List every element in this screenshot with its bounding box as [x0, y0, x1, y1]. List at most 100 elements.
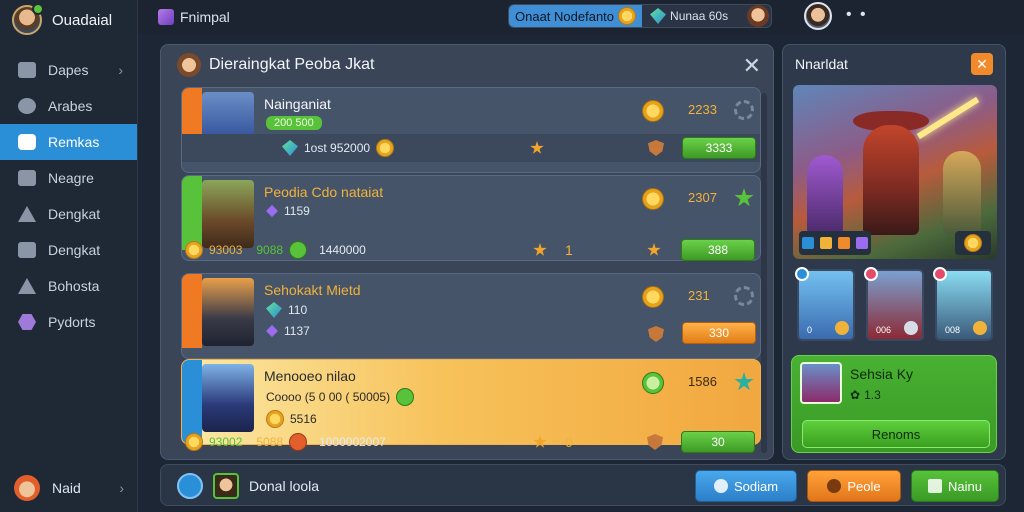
- summary-button[interactable]: 30: [681, 431, 755, 453]
- card-action-button[interactable]: 330: [682, 322, 756, 344]
- card-value: 1586: [688, 374, 717, 389]
- sidebar-user[interactable]: Naid ›: [0, 472, 138, 504]
- friend-avatar[interactable]: [747, 5, 769, 27]
- card-icon: [18, 242, 36, 258]
- shield-icon: [647, 434, 663, 450]
- card-row-text: 1ost 952000: [282, 139, 395, 157]
- sidebar-item-label: Remkas: [48, 134, 100, 150]
- summary-button[interactable]: 388: [681, 239, 755, 261]
- star-icon[interactable]: [734, 188, 754, 207]
- more-icon[interactable]: • •: [846, 6, 868, 24]
- bottom-button-green[interactable]: Nainu: [911, 470, 999, 502]
- coin-icon: [185, 241, 203, 259]
- hero-card[interactable]: 006: [864, 267, 924, 341]
- profile-avatar[interactable]: [12, 3, 44, 35]
- star-icon: [533, 243, 547, 256]
- coin-icon: [642, 286, 664, 308]
- sidebar-item-2[interactable]: Remkas: [0, 124, 137, 160]
- close-button[interactable]: ✕: [971, 53, 993, 75]
- main-panel: Dieraingkat Peoba Jkat ✕ Nainganiat 200 …: [160, 44, 774, 460]
- star-icon: [533, 435, 547, 448]
- ally-figure: [943, 151, 981, 235]
- hero-card[interactable]: 008: [933, 267, 993, 341]
- hero-label: 0: [807, 325, 813, 335]
- account-avatar[interactable]: [804, 2, 832, 30]
- currency-pill[interactable]: Onaat Nodefanto Nunaa 60s: [508, 4, 772, 28]
- badge-icon: [396, 388, 415, 406]
- brand: Ouadaial: [0, 0, 137, 40]
- list-item[interactable]: Nainganiat 200 500 2233 1ost 952000 3333: [181, 87, 761, 173]
- status-dot-icon: [32, 3, 44, 15]
- sidebar-item-4[interactable]: Dengkat: [0, 196, 137, 232]
- coin-icon: [376, 139, 395, 157]
- sidebar-item-1[interactable]: Arabes: [0, 88, 137, 124]
- rank-badge-icon: [795, 267, 809, 281]
- sidebar-item-5[interactable]: Dengkat: [0, 232, 137, 268]
- summary-value-a: 93002: [209, 435, 243, 449]
- card-sub-text: Coooo (5 0 00 ( 50005): [266, 390, 391, 404]
- bottom-button-blue[interactable]: Sodiam: [695, 470, 797, 502]
- hero-card[interactable]: 0: [795, 267, 855, 341]
- detail-title: Nnarldat: [795, 56, 848, 72]
- card-sub: 200 500: [266, 116, 322, 130]
- top-title: Fnimpal: [158, 9, 230, 25]
- gem-icon: [650, 8, 667, 24]
- currency-value: Nunaa 60s: [670, 9, 729, 23]
- skill-icons: [799, 231, 871, 255]
- gem-icon: [266, 325, 278, 337]
- summary-chip: 93003 9088 1440000: [185, 241, 366, 259]
- reward-badge[interactable]: [955, 231, 991, 255]
- sidebar-item-3[interactable]: Neagre: [0, 160, 137, 196]
- close-icon[interactable]: ✕: [743, 53, 761, 79]
- spark-icon: [928, 479, 943, 493]
- top-title-text: Fnimpal: [180, 9, 230, 25]
- character-portrait: [202, 364, 254, 432]
- currency-label: Onaat Nodefanto: [515, 8, 615, 24]
- card-sub-2: 1137: [266, 324, 310, 338]
- sidebar-user-name: Naid: [52, 480, 81, 496]
- sidebar-item-7[interactable]: Pydorts: [0, 304, 137, 340]
- coin-icon: [266, 410, 284, 428]
- bottom-button-orange[interactable]: Peole: [807, 470, 901, 502]
- list-item[interactable]: Sehokakt Mietd 110 1137 231 330: [181, 273, 761, 359]
- summary-row: 93002 5088 1000002007 0 30: [181, 427, 761, 457]
- feature-title: Sehsia Ky: [850, 366, 914, 382]
- character-portrait: [202, 278, 254, 346]
- coin-icon: [618, 7, 637, 25]
- player-avatar[interactable]: [213, 473, 239, 499]
- feature-button[interactable]: Renoms: [802, 420, 990, 448]
- summary-value-a: 93003: [209, 243, 243, 257]
- card-value: 231: [688, 288, 710, 303]
- skill-icon[interactable]: [838, 237, 850, 249]
- main-header: Dieraingkat Peoba Jkat: [161, 45, 773, 85]
- summary-value-b: 9088: [256, 243, 284, 257]
- summary-chip: 93002 5088 1000002007: [185, 433, 386, 451]
- feature-sub: ✿ 1.3: [850, 388, 881, 402]
- sidebar-item-0[interactable]: Dapes ›: [0, 52, 137, 88]
- row-text: 1ost 952000: [304, 141, 371, 155]
- card-sub-text: 110: [288, 303, 308, 317]
- box-icon: [18, 170, 36, 186]
- chevron-right-icon: ›: [118, 62, 123, 78]
- shield-icon: [648, 326, 664, 342]
- home-icon: [18, 98, 36, 114]
- star-icon[interactable]: [734, 372, 754, 391]
- card-value: 2307: [688, 190, 717, 205]
- summary-value-c: 1440000: [319, 243, 366, 257]
- card-action-button[interactable]: 3333: [682, 137, 756, 159]
- scrollbar[interactable]: [761, 93, 767, 453]
- skill-icon[interactable]: [820, 237, 832, 249]
- flag-icon: [18, 206, 36, 222]
- gem-icon: [18, 314, 36, 330]
- help-icon[interactable]: [177, 473, 203, 499]
- gear-icon[interactable]: [734, 100, 754, 120]
- sidebar-item-6[interactable]: Bohosta: [0, 268, 137, 304]
- hero-label: 006: [876, 325, 892, 335]
- gem-icon: [282, 140, 298, 156]
- skill-icon[interactable]: [802, 237, 814, 249]
- sidebar-nav: Dapes › Arabes Remkas Neagre Dengkat Den…: [0, 52, 137, 340]
- button-label: Peole: [847, 478, 881, 494]
- gear-icon[interactable]: [734, 286, 754, 306]
- skill-icon[interactable]: [856, 237, 868, 249]
- hero-label: 008: [945, 325, 961, 335]
